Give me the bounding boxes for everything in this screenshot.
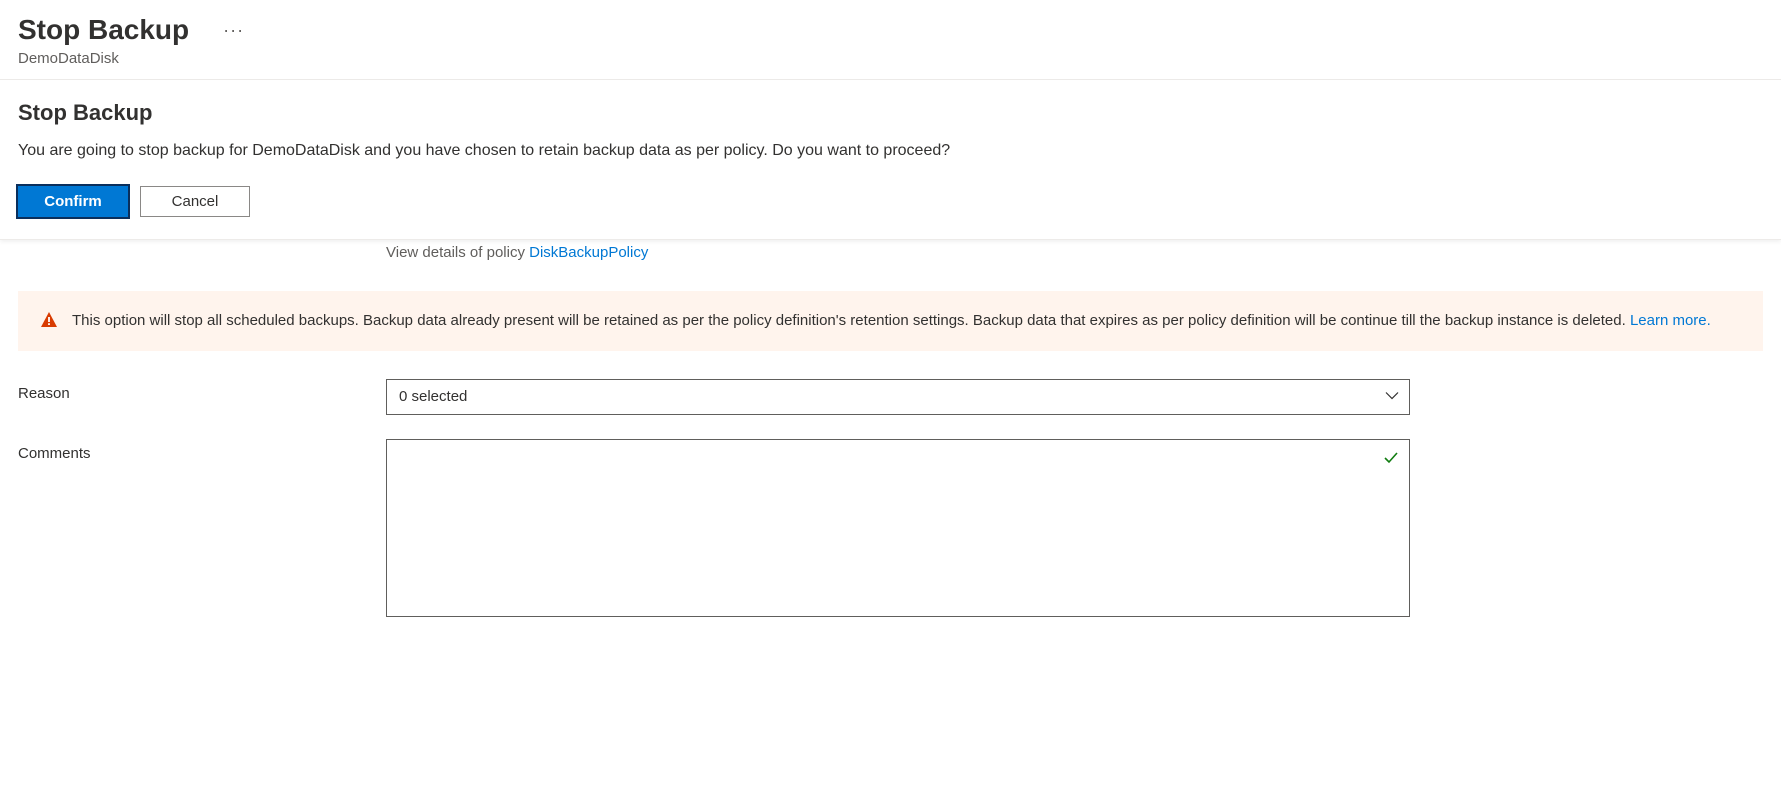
comments-row: Comments [18, 439, 1763, 620]
reason-select[interactable]: 0 selected [386, 379, 1410, 415]
comments-textarea[interactable] [386, 439, 1410, 617]
reason-label: Reason [18, 379, 386, 402]
warning-banner: This option will stop all scheduled back… [18, 291, 1763, 350]
warning-text: This option will stop all scheduled back… [72, 309, 1711, 332]
comments-control-wrap [386, 439, 1410, 620]
page-header: Stop Backup ··· DemoDataDisk [0, 0, 1781, 80]
confirmation-button-row: Confirm Cancel [18, 186, 1763, 217]
more-actions-button[interactable]: ··· [217, 16, 250, 45]
confirm-button[interactable]: Confirm [18, 186, 128, 217]
warning-text-body: This option will stop all scheduled back… [72, 312, 1630, 329]
reason-row: Reason 0 selected [18, 379, 1763, 415]
page-subtitle: DemoDataDisk [18, 50, 1763, 67]
cancel-button[interactable]: Cancel [140, 186, 250, 217]
policy-link[interactable]: DiskBackupPolicy [529, 244, 648, 261]
reason-select-value: 0 selected [399, 388, 467, 405]
reason-control-wrap: 0 selected [386, 379, 1410, 415]
page-title: Stop Backup [18, 14, 189, 46]
comments-label: Comments [18, 439, 386, 462]
confirmation-message: You are going to stop backup for DemoDat… [18, 140, 1763, 162]
policy-details-line: View details of policy DiskBackupPolicy [18, 240, 1763, 271]
header-title-row: Stop Backup ··· [18, 14, 1763, 46]
confirmation-panel: Stop Backup You are going to stop backup… [0, 80, 1781, 240]
warning-icon [40, 311, 58, 332]
content-area: View details of policy DiskBackupPolicy … [0, 240, 1781, 619]
learn-more-link[interactable]: Learn more. [1630, 312, 1711, 329]
policy-prefix-text: View details of policy [386, 244, 529, 261]
confirmation-title: Stop Backup [18, 100, 1763, 126]
